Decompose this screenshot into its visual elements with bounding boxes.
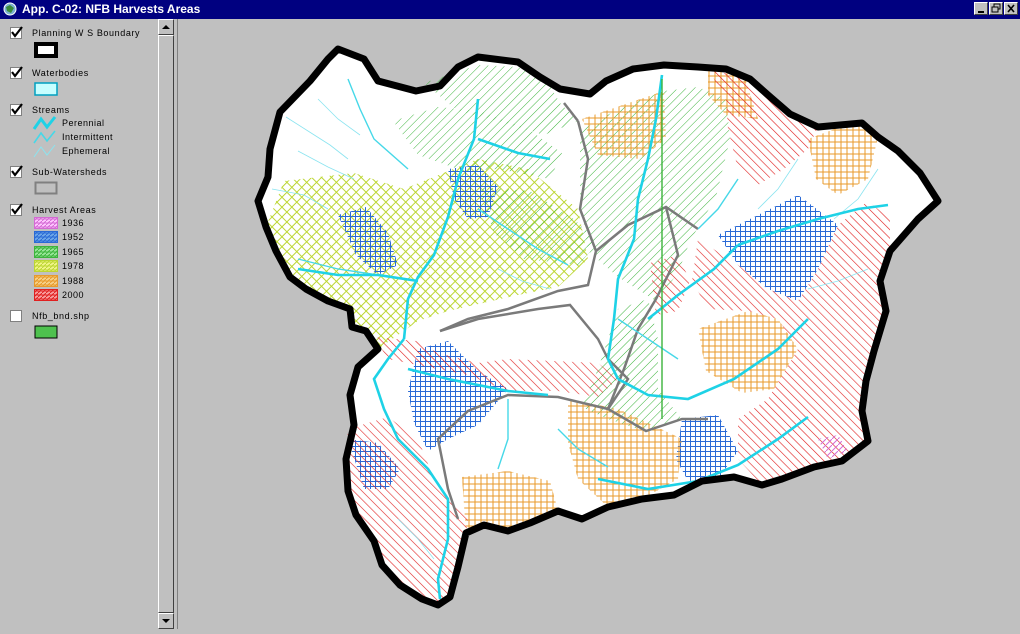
waterbody-symbol [34, 82, 58, 96]
harvest-class-label: 2000 [62, 290, 85, 300]
watershed-map[interactable] [178, 19, 1020, 629]
table-of-contents: Planning W S Boundary Waterbodies Stream… [0, 19, 159, 629]
harvest-class-swatch [34, 274, 58, 287]
legend-scrollbar[interactable] [158, 19, 174, 629]
harvest-class-swatch [34, 217, 58, 229]
layer-name: Streams [32, 105, 70, 115]
harvest-class-swatch [34, 245, 58, 258]
restore-icon [991, 3, 1001, 13]
checkmark-icon [11, 203, 23, 215]
harvest-class-label: 1978 [62, 261, 85, 272]
stream-class-label: Ephemeral [62, 146, 111, 156]
layer-visibility-checkbox[interactable] [10, 26, 23, 39]
harvest-area-1988 [462, 471, 558, 533]
restore-button[interactable] [989, 2, 1003, 15]
harvest-class-swatch [34, 231, 58, 244]
minimize-icon [978, 11, 984, 13]
stream-class-label: Intermittent [62, 132, 114, 142]
scroll-up-button[interactable] [158, 19, 174, 35]
nfb-boundary-symbol [34, 325, 58, 339]
harvest-class-label: 1936 [62, 218, 85, 228]
boundary-symbol [34, 42, 58, 58]
harvest-class-label: 1988 [62, 275, 85, 286]
close-button[interactable] [1004, 2, 1018, 15]
layer-name: Waterbodies [32, 68, 89, 78]
checkmark-icon [11, 103, 23, 115]
close-icon [1007, 4, 1015, 13]
harvest-class-label: 1965 [62, 246, 85, 257]
scroll-thumb[interactable] [158, 35, 174, 613]
minimize-button[interactable] [974, 2, 988, 15]
layer-name: Harvest Areas [32, 205, 97, 215]
subwatershed-symbol [34, 181, 58, 195]
arrow-down-icon [162, 619, 170, 623]
arcview-globe-icon [3, 2, 17, 16]
arrow-up-icon [162, 25, 170, 29]
scroll-down-button[interactable] [158, 613, 174, 629]
title-bar: App. C-02: NFB Harvests Areas [0, 0, 1020, 19]
layer-visibility-checkbox[interactable] [10, 103, 23, 116]
checkmark-icon [11, 26, 23, 38]
checkmark-icon [11, 165, 23, 177]
window-title: App. C-02: NFB Harvests Areas [22, 2, 201, 16]
checkmark-icon [11, 66, 23, 78]
ephemeral-stream-symbol [33, 144, 56, 158]
harvest-class-swatch [34, 260, 58, 273]
harvest-class-label: 1952 [62, 232, 85, 243]
layer-name: Planning W S Boundary [32, 28, 141, 38]
layer-name: Sub-Watersheds [32, 167, 108, 177]
stream-class-label: Perennial [62, 118, 105, 128]
layer-visibility-checkbox[interactable] [10, 203, 23, 216]
layer-name: Nfb_bnd.shp [32, 311, 90, 321]
harvest-class-swatch [34, 289, 58, 301]
layer-visibility-checkbox[interactable] [10, 66, 23, 79]
layer-visibility-checkbox[interactable] [10, 310, 22, 322]
layer-visibility-checkbox[interactable] [10, 165, 23, 178]
map-view[interactable] [177, 19, 1020, 629]
